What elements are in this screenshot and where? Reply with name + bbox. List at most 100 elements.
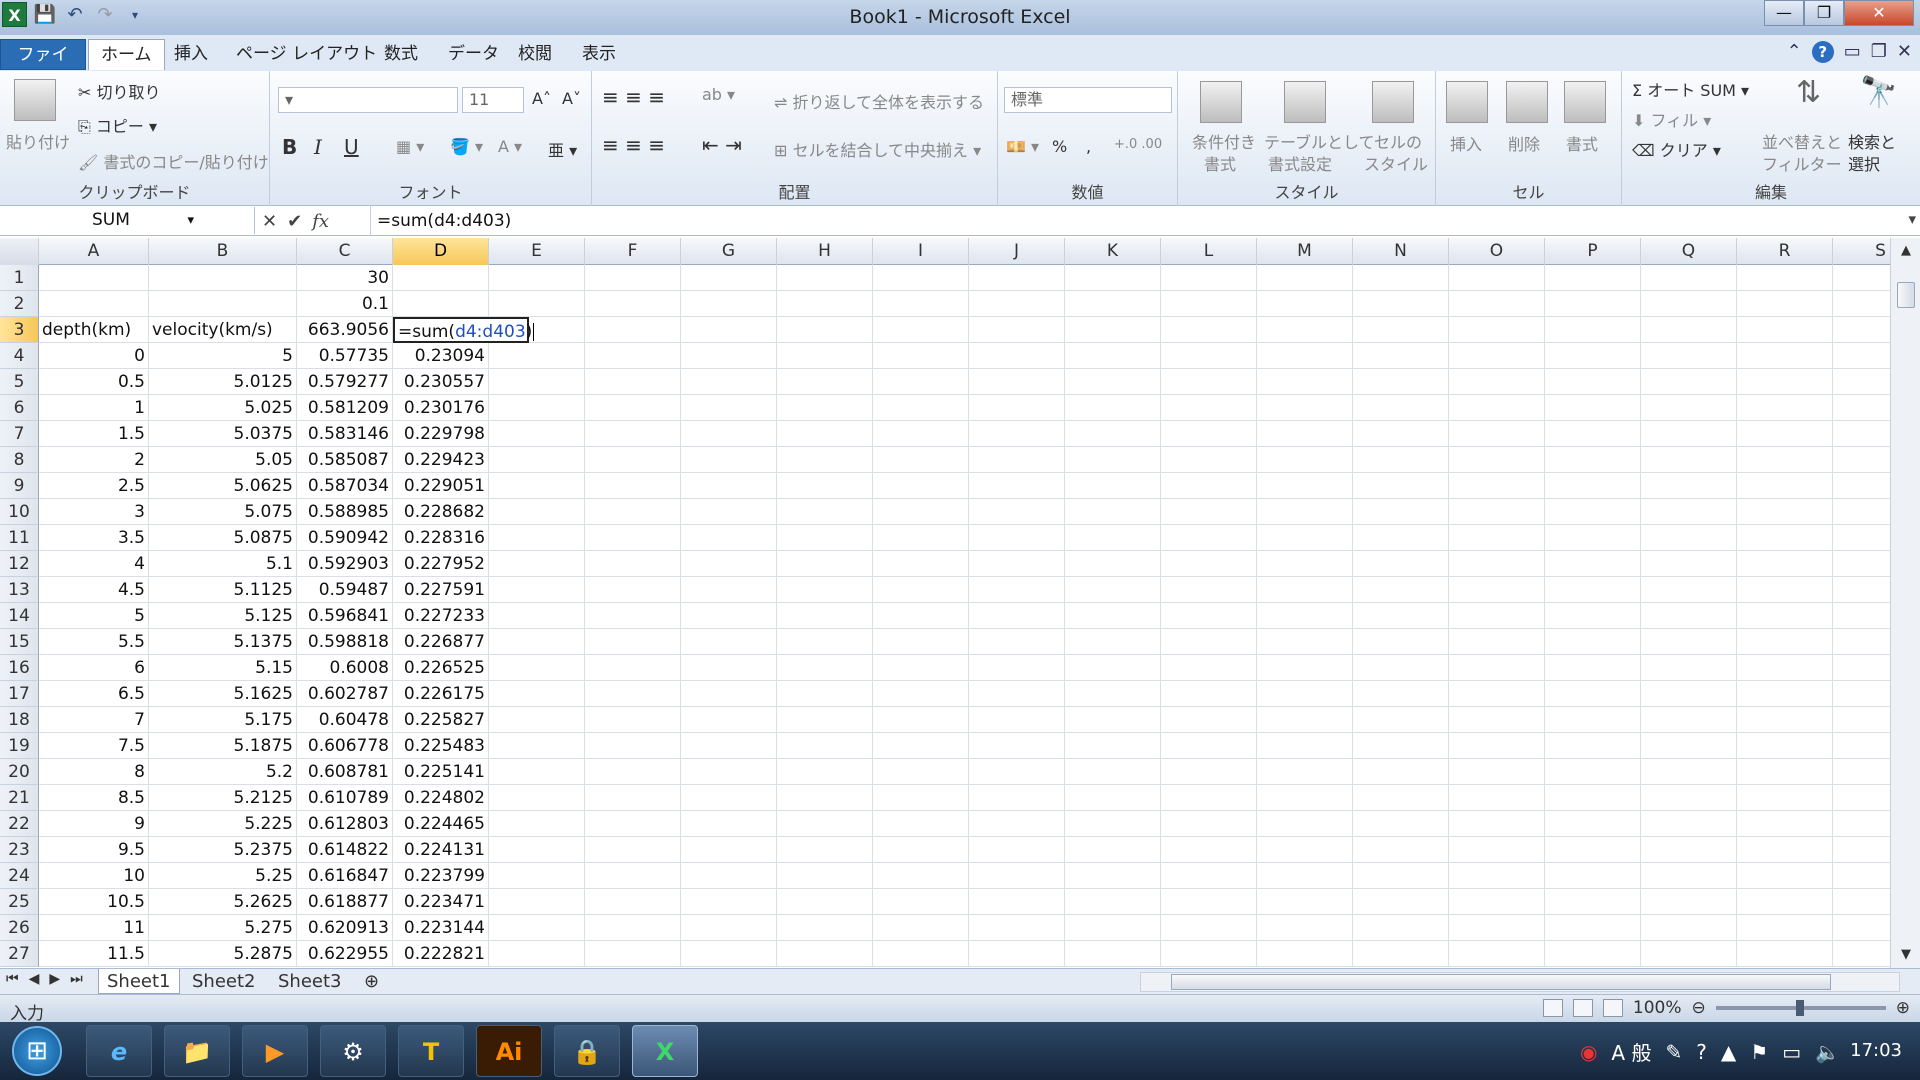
empty-cell[interactable] <box>777 915 873 941</box>
empty-cell[interactable] <box>1737 265 1833 291</box>
cell-d3[interactable]: =sum(d4:d403) <box>393 317 535 343</box>
empty-cell[interactable] <box>969 915 1065 941</box>
empty-cell[interactable] <box>489 889 585 915</box>
tray-help-icon[interactable]: ? <box>1696 1040 1707 1064</box>
empty-cell[interactable] <box>489 265 585 291</box>
cell-d19[interactable]: 0.225483 <box>393 733 489 759</box>
empty-cell[interactable] <box>1065 473 1161 499</box>
empty-cell[interactable] <box>1833 655 1890 681</box>
worksheet-grid[interactable]: ABCDEFGHIJKLMNOPQRS 1 30 2 0.1 3 depth(km) vel… <box>0 238 1890 968</box>
empty-cell[interactable] <box>1161 629 1257 655</box>
underline-button[interactable]: U <box>344 135 359 159</box>
empty-cell[interactable] <box>681 837 777 863</box>
taskbar-security-icon[interactable]: 🔒 <box>554 1025 620 1077</box>
empty-cell[interactable] <box>873 629 969 655</box>
cell-a2[interactable] <box>39 291 149 317</box>
empty-cell[interactable] <box>969 343 1065 369</box>
empty-cell[interactable] <box>1545 499 1641 525</box>
empty-cell[interactable] <box>1449 473 1545 499</box>
empty-cell[interactable] <box>1737 499 1833 525</box>
empty-cell[interactable] <box>489 785 585 811</box>
empty-cell[interactable] <box>873 473 969 499</box>
cell-c21[interactable]: 0.610789 <box>297 785 393 811</box>
zoom-in-icon[interactable]: ⊕ <box>1896 998 1910 1018</box>
help-icon[interactable]: ? <box>1811 41 1834 63</box>
name-box[interactable]: SUM ▾ <box>0 207 255 234</box>
first-sheet-icon[interactable]: ⏮ <box>6 971 19 987</box>
empty-cell[interactable] <box>1641 551 1737 577</box>
empty-cell[interactable] <box>1641 941 1737 967</box>
cell-a23[interactable]: 9.5 <box>39 837 149 863</box>
empty-cell[interactable] <box>1353 785 1449 811</box>
empty-cell[interactable] <box>969 317 1065 343</box>
empty-cell[interactable] <box>1833 603 1890 629</box>
formula-input[interactable]: =sum(d4:d403) <box>370 206 1890 236</box>
empty-cell[interactable] <box>1641 811 1737 837</box>
row-header[interactable]: 25 <box>0 889 39 915</box>
empty-cell[interactable] <box>1641 655 1737 681</box>
empty-cell[interactable] <box>777 603 873 629</box>
cell-b14[interactable]: 5.125 <box>149 603 297 629</box>
decimal-icon[interactable]: +.0 .00 <box>1114 137 1162 152</box>
shrink-font-button[interactable]: A˅ <box>562 89 581 108</box>
horizontal-scroll-thumb[interactable] <box>1171 974 1831 990</box>
empty-cell[interactable] <box>1641 499 1737 525</box>
empty-cell[interactable] <box>585 889 681 915</box>
sort-filter-label[interactable]: 並べ替えと <box>1762 129 1842 153</box>
insert-cells-button[interactable]: 挿入 <box>1450 131 1482 155</box>
empty-cell[interactable] <box>1257 811 1353 837</box>
row-header[interactable]: 27 <box>0 941 39 967</box>
empty-cell[interactable] <box>1257 369 1353 395</box>
empty-cell[interactable] <box>1737 369 1833 395</box>
cell-a7[interactable]: 1.5 <box>39 421 149 447</box>
cut-button[interactable]: ✂ 切り取り <box>78 79 161 103</box>
empty-cell[interactable] <box>681 655 777 681</box>
empty-cell[interactable] <box>1449 551 1545 577</box>
empty-cell[interactable] <box>681 915 777 941</box>
empty-cell[interactable] <box>1449 941 1545 967</box>
cell-b1[interactable] <box>149 265 297 291</box>
empty-cell[interactable] <box>1641 603 1737 629</box>
empty-cell[interactable] <box>873 343 969 369</box>
cell-c11[interactable]: 0.590942 <box>297 525 393 551</box>
format-as-table-label-2[interactable]: 書式設定 <box>1268 151 1332 175</box>
empty-cell[interactable] <box>777 681 873 707</box>
empty-cell[interactable] <box>1545 785 1641 811</box>
empty-cell[interactable] <box>489 291 585 317</box>
empty-cell[interactable] <box>777 499 873 525</box>
row-header[interactable]: 10 <box>0 499 39 525</box>
cell-a16[interactable]: 6 <box>39 655 149 681</box>
empty-cell[interactable] <box>585 941 681 967</box>
empty-cell[interactable] <box>1353 421 1449 447</box>
empty-cell[interactable] <box>1353 369 1449 395</box>
empty-cell[interactable] <box>969 551 1065 577</box>
autosum-button[interactable]: Σ オート SUM ▾ <box>1632 77 1749 101</box>
empty-cell[interactable] <box>1641 473 1737 499</box>
empty-cell[interactable] <box>585 473 681 499</box>
empty-cell[interactable] <box>1545 811 1641 837</box>
empty-cell[interactable] <box>777 421 873 447</box>
row-header[interactable]: 26 <box>0 915 39 941</box>
merge-center-button[interactable]: ⊞ セルを結合して中央揃え ▾ <box>774 137 981 161</box>
bold-button[interactable]: B <box>282 135 297 159</box>
empty-cell[interactable] <box>777 447 873 473</box>
empty-cell[interactable] <box>1161 655 1257 681</box>
fill-color-icon[interactable]: 🪣 ▾ <box>450 137 483 156</box>
cell-c26[interactable]: 0.620913 <box>297 915 393 941</box>
empty-cell[interactable] <box>1065 343 1161 369</box>
empty-cell[interactable] <box>873 915 969 941</box>
empty-cell[interactable] <box>1833 369 1890 395</box>
empty-cell[interactable] <box>681 811 777 837</box>
empty-cell[interactable] <box>969 811 1065 837</box>
row-header[interactable]: 9 <box>0 473 39 499</box>
column-header-l[interactable]: L <box>1161 238 1257 265</box>
empty-cell[interactable] <box>585 265 681 291</box>
empty-cell[interactable] <box>969 603 1065 629</box>
empty-cell[interactable] <box>1737 473 1833 499</box>
empty-cell[interactable] <box>873 577 969 603</box>
empty-cell[interactable] <box>777 395 873 421</box>
empty-cell[interactable] <box>777 837 873 863</box>
empty-cell[interactable] <box>489 577 585 603</box>
empty-cell[interactable] <box>585 681 681 707</box>
row-header[interactable]: 23 <box>0 837 39 863</box>
